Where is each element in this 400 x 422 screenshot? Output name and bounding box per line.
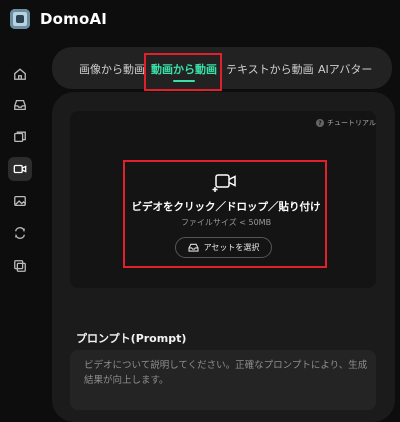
file-size-limit: ファイルサイズ < 50MB — [180, 218, 272, 227]
tab-ai-avatar[interactable]: AIアバター — [318, 61, 372, 77]
sidebar-refresh-icon[interactable] — [8, 221, 32, 245]
asset-icon — [188, 243, 199, 252]
domoai-logo-icon[interactable] — [10, 9, 30, 29]
app-title: DomoAI — [40, 10, 108, 28]
sidebar-home-icon[interactable] — [8, 62, 32, 86]
tab-video-to-video[interactable]: 動画から動画 — [151, 61, 217, 77]
help-icon: ? — [316, 119, 324, 127]
sidebar-image-icon[interactable] — [8, 189, 32, 213]
sidebar-layers-icon[interactable] — [8, 254, 32, 278]
tab-image-to-video[interactable]: 画像から動画 — [79, 61, 145, 77]
sidebar-video-icon[interactable] — [8, 157, 32, 181]
tab-text-to-video[interactable]: テキストから動画 — [226, 61, 314, 77]
sidebar-inbox-icon[interactable] — [8, 93, 32, 117]
select-asset-button[interactable]: アセットを選択 — [175, 237, 272, 258]
select-asset-label: アセットを選択 — [203, 243, 260, 252]
app-header: DomoAI — [0, 0, 400, 40]
prompt-label: プロンプト(Prompt) — [76, 332, 187, 345]
prompt-placeholder: ビデオについて説明してください。正確なプロンプトにより、生成結果が向上します。 — [84, 360, 368, 386]
tutorial-label: チュートリアル — [327, 119, 376, 127]
dropzone-title: ビデオをクリック／ドロップ／貼り付け — [131, 201, 321, 213]
video-upload-icon — [212, 174, 236, 192]
active-tab-indicator — [173, 80, 195, 82]
sidebar-gallery-icon[interactable] — [8, 125, 32, 149]
tutorial-link[interactable]: ? チュートリアル — [316, 118, 376, 128]
